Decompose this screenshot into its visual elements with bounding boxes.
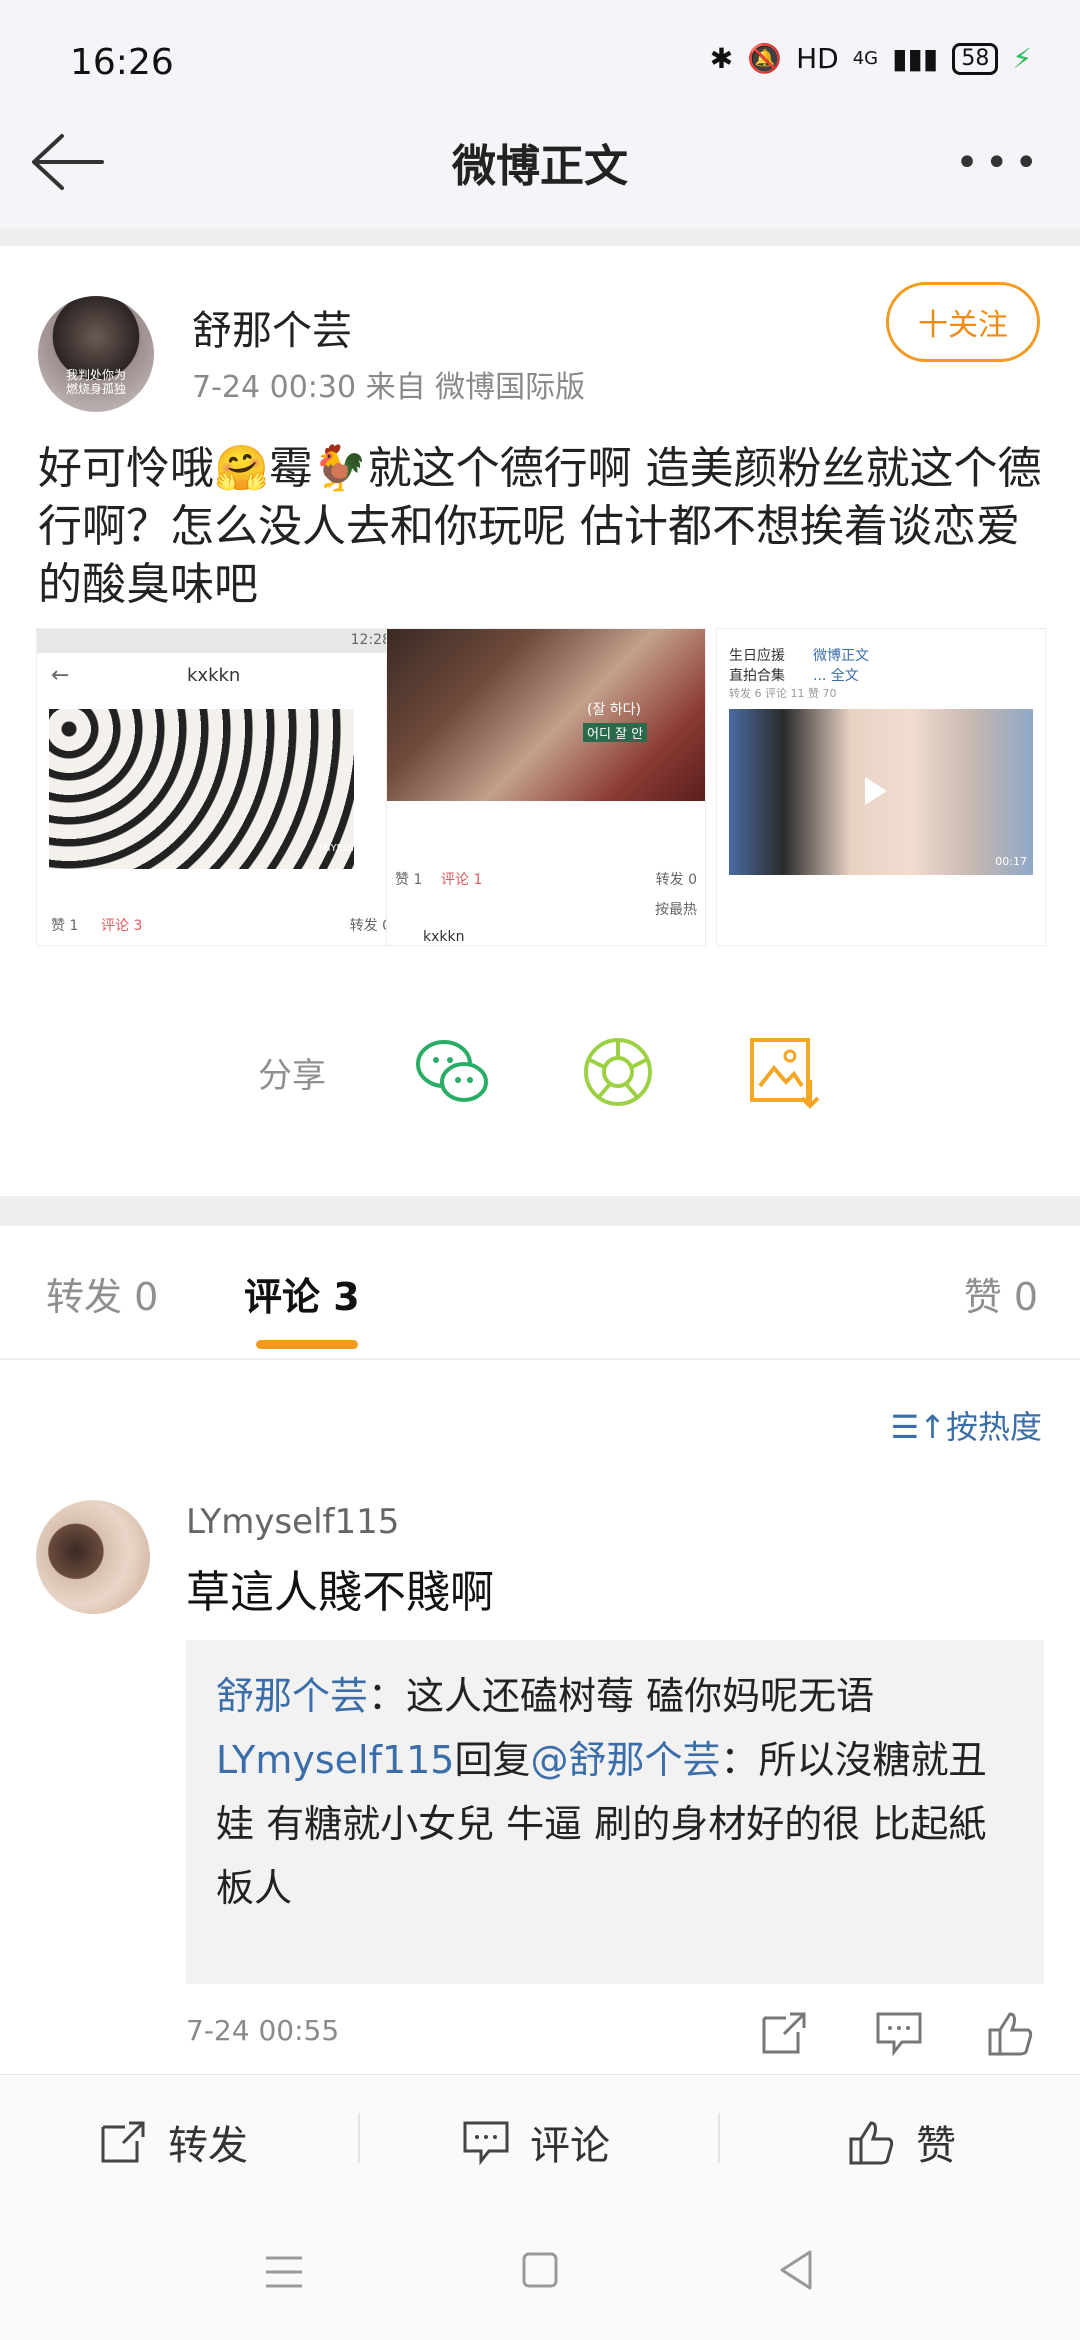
bluetooth-icon: ✱ <box>709 42 734 75</box>
network-label: HD <box>796 42 839 75</box>
sort-label: 按热度 <box>945 1408 1042 1446</box>
mini-line2: 直拍合集 <box>729 668 785 684</box>
repost-icon <box>101 2121 145 2163</box>
reply-user[interactable]: 舒那个芸 <box>216 1674 368 1718</box>
repost-button[interactable]: 转发 <box>98 2113 248 2171</box>
comment-like-icon[interactable] <box>986 2010 1036 2056</box>
like-label: 赞 <box>916 2123 956 2169</box>
mini-duration: 00:17 <box>995 855 1027 868</box>
system-nav-bar <box>0 2202 1080 2340</box>
mini-caption: (잘 하다) <box>587 702 642 718</box>
photo-video-still <box>387 629 705 801</box>
like-button[interactable]: 赞 <box>846 2113 956 2171</box>
menu-nav-icon[interactable] <box>262 2252 306 2292</box>
divider <box>0 228 1080 246</box>
post-image-2[interactable]: (잘 하다) 어디 잘 안 赞 1 评论 1 转发 0 按最热 kxkkn <box>386 628 706 946</box>
play-icon <box>865 777 887 805</box>
reply-user[interactable]: LYmyself115 <box>216 1738 454 1782</box>
commenter-name[interactable]: LYmyself115 <box>186 1502 399 1542</box>
mini-stats: 转发 6 评论 11 赞 70 <box>729 687 837 700</box>
author-name[interactable]: 舒那个芸 <box>192 298 352 356</box>
title-bar: 微博正文 ••• <box>0 90 1080 230</box>
tab-active-indicator <box>256 1340 358 1349</box>
signal-label: 4G <box>852 48 879 69</box>
sort-hot-button[interactable]: ☰↑按热度 <box>890 1402 1042 1448</box>
sort-icon: ☰↑ <box>890 1408 946 1446</box>
mini-time: 12:28 <box>350 632 391 648</box>
comment-label: 评论 <box>530 2123 610 2169</box>
share-label: 分享 <box>258 1056 326 1096</box>
tab-like[interactable]: 赞 0 <box>964 1266 1038 1321</box>
status-icons: ✱ 🔕 HD 4G ▮▮▮ 58 ⚡ <box>710 42 1032 75</box>
mini-likes: 赞 1 <box>51 918 79 934</box>
divider <box>0 1196 1080 1226</box>
mini-comments: 评论 3 <box>101 918 143 934</box>
mini-username: kxkkn <box>187 665 241 686</box>
status-time: 16:26 <box>70 42 174 83</box>
comment-button[interactable]: 评论 <box>460 2113 610 2171</box>
reply-box[interactable]: 舒那个芸：这人还磕树莓 磕你妈呢无语 LYmyself115回复@舒那个芸：所以… <box>186 1640 1044 1984</box>
comment-reply-icon[interactable] <box>874 2010 924 2056</box>
tab-comment[interactable]: 评论 3 <box>244 1266 360 1321</box>
author-avatar[interactable]: 我判处你为 燃烧身孤独 <box>38 296 154 412</box>
mini-likes: 赞 1 <box>395 872 423 888</box>
reply-verb: 回复 <box>454 1738 531 1782</box>
signal-icon: ▮▮▮ <box>892 42 939 75</box>
wechat-icon[interactable] <box>412 1032 492 1112</box>
tab-repost[interactable]: 转发 0 <box>46 1266 158 1321</box>
back-nav-icon[interactable] <box>776 2248 816 2292</box>
divider <box>358 2113 360 2163</box>
mini-subtitle: 어디 잘 안 <box>583 723 648 742</box>
home-nav-icon[interactable] <box>520 2250 560 2290</box>
post-image-1[interactable]: 12:28 ← kxkkn MIYEON 赞 1 评论 3 转发 0 <box>36 628 406 946</box>
comment-text: 草這人賤不賤啊 <box>186 1567 494 1618</box>
mini-line1: 生日应援 <box>729 648 785 664</box>
save-image-icon[interactable] <box>744 1032 824 1112</box>
post-text: 好可怜哦🤗霉🐓就这个德行啊 造美颜粉丝就这个德行啊？怎么没人去和你玩呢 估计都不… <box>38 443 1042 610</box>
reply-text: ：这人还磕树莓 磕你妈呢无语 <box>368 1674 875 1718</box>
mini-reposts: 转发 0 <box>349 918 391 934</box>
mini-line2b: ... 全文 <box>813 668 859 684</box>
more-icon[interactable]: ••• <box>955 140 1044 186</box>
mini-brand: MIYEON <box>319 843 359 854</box>
mini-sort: 按最热 <box>655 902 697 918</box>
reply-item: LYmyself115回复@舒那个芸：所以沒糖就丑娃 有糖就小女兒 牛逼 刷的身… <box>216 1728 1014 1920</box>
reply-mention[interactable]: @舒那个芸 <box>531 1738 721 1782</box>
reply-item: 舒那个芸：这人还磕树莓 磕你妈呢无语 <box>216 1664 1014 1728</box>
follow-button[interactable]: 十关注 <box>886 282 1040 362</box>
comment-repost-icon[interactable] <box>760 2010 810 2056</box>
mini-back-icon: ← <box>51 663 70 688</box>
charging-icon: ⚡ <box>1012 42 1032 75</box>
mini-reposts: 转发 0 <box>655 872 697 888</box>
moments-icon[interactable] <box>578 1032 658 1112</box>
post-meta: 7-24 00:30 来自 微博国际版 <box>192 370 586 405</box>
mini-line1b: 微博正文 <box>813 648 869 664</box>
mute-icon: 🔕 <box>747 42 783 75</box>
battery-level: 58 <box>952 42 999 75</box>
bottom-action-bar: 转发 评论 赞 <box>0 2074 1080 2203</box>
repost-label: 转发 <box>168 2123 248 2169</box>
commenter-avatar[interactable] <box>36 1500 150 1614</box>
comment-date: 7-24 00:55 <box>186 2014 340 2047</box>
comment-icon <box>463 2121 509 2165</box>
mini-comments: 评论 1 <box>441 872 483 888</box>
divider <box>718 2113 720 2163</box>
photo-polka-dress <box>49 709 354 869</box>
mini-username: kxkkn <box>423 929 465 945</box>
divider <box>0 1358 1080 1360</box>
page-title: 微博正文 <box>452 141 628 192</box>
like-icon <box>849 2121 894 2165</box>
post-image-3[interactable]: 生日应援 微博正文 直拍合集 ... 全文 转发 6 评论 11 赞 70 00… <box>716 628 1046 946</box>
